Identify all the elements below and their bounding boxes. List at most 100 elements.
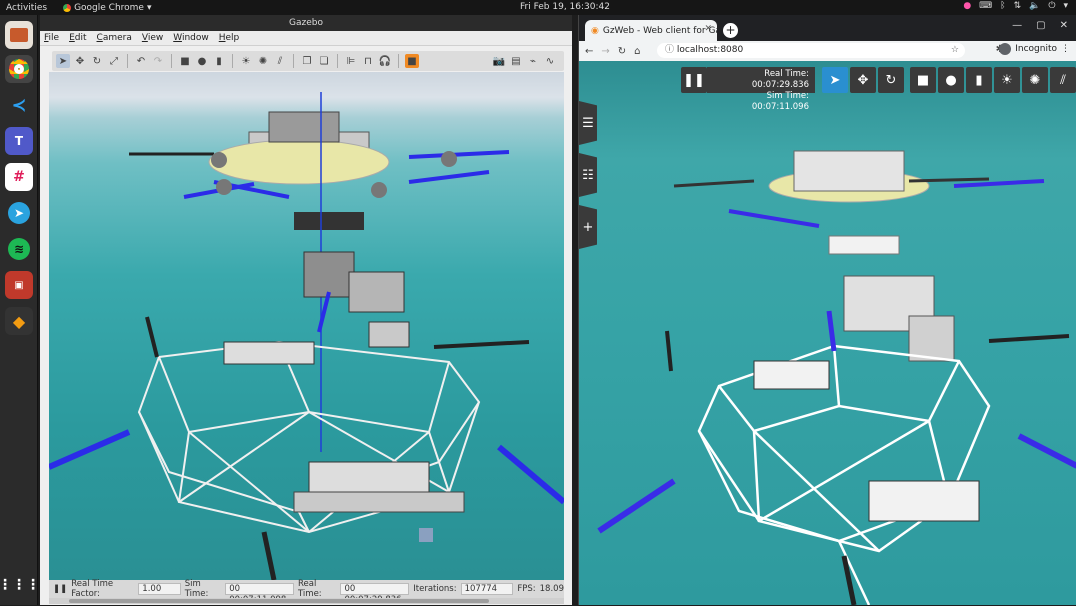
audio-icon[interactable]: 🎧 (378, 54, 392, 68)
chevron-down-icon[interactable]: ▾ (1063, 1, 1068, 11)
iterations-label: Iterations: (413, 584, 457, 594)
menu-camera[interactable]: Camera (97, 33, 132, 43)
volume-icon[interactable]: 🔈 (1029, 1, 1040, 11)
directional-light-icon[interactable]: ⫽ (1050, 67, 1076, 93)
sphere-shape-icon[interactable]: ● (195, 54, 209, 68)
teams-icon[interactable]: T (5, 127, 33, 155)
tab-gzweb[interactable]: ◉ GzWeb - Web client for Ga ✕ (585, 20, 717, 41)
pause-button[interactable]: ❚❚ (681, 67, 707, 93)
bluetooth-icon[interactable]: ᛒ (1000, 1, 1005, 11)
record-icon[interactable]: ⌁ (526, 54, 540, 68)
keyboard-icon[interactable]: ⌨ (979, 1, 992, 11)
minimize-icon[interactable]: — (1012, 20, 1022, 31)
show-applications-icon[interactable]: ⋮⋮⋮ (0, 571, 40, 599)
menu-hamburger-icon[interactable]: ☰ (579, 101, 597, 145)
real-time-label: Real Time: (298, 579, 322, 599)
log-icon[interactable]: ▤ (509, 54, 523, 68)
back-icon[interactable]: ← (585, 46, 593, 57)
gripper-arm (303, 251, 410, 348)
home-icon[interactable]: ⌂ (634, 46, 640, 57)
translate-icon[interactable]: ✥ (73, 54, 87, 68)
rotate-icon[interactable]: ↻ (878, 67, 904, 93)
sim-time-value: 00 00:07:11.098 (225, 583, 294, 605)
box-shape-icon[interactable]: ■ (178, 54, 192, 68)
files-icon[interactable] (5, 21, 33, 49)
menu-view[interactable]: View (142, 33, 163, 43)
select-arrow-icon[interactable]: ➤ (56, 54, 70, 68)
menu-file[interactable]: File (44, 33, 59, 43)
system-tray[interactable]: ● ⌨ ᛒ ⇅ 🔈 ⏻ ▾ (963, 1, 1068, 11)
real-time-value: 00 00:07:29.836 (340, 583, 410, 605)
box-shape-icon[interactable]: ■ (910, 67, 936, 93)
translate-icon[interactable]: ✥ (850, 67, 876, 93)
scale-icon[interactable]: ⤢ (107, 54, 121, 68)
point-light-icon[interactable]: ☀ (239, 54, 253, 68)
lower-propellers (597, 310, 1076, 605)
incognito-label: Incognito (1015, 44, 1057, 54)
tree-list-icon[interactable]: ☷ (579, 153, 597, 197)
toolbar-divider (171, 54, 172, 68)
reload-icon[interactable]: ↻ (618, 46, 626, 57)
copy-icon[interactable]: ❐ (300, 54, 314, 68)
spot-light-icon[interactable]: ✺ (1022, 67, 1048, 93)
telegram-icon[interactable]: ➤ (5, 199, 33, 227)
close-window-icon[interactable]: ✕ (1060, 20, 1068, 31)
menu-window[interactable]: Window (173, 33, 209, 43)
gzweb-3d-viewport[interactable]: ❚❚ Real Time: 00:07:29.836 Sim Time: 00:… (579, 61, 1076, 605)
point-light-icon[interactable]: ☀ (994, 67, 1020, 93)
snap-icon[interactable]: ⊓ (361, 54, 375, 68)
terminal-icon[interactable]: ▣ (5, 271, 33, 299)
plot-icon[interactable]: ∿ (543, 54, 557, 68)
gazebo-3d-viewport[interactable] (49, 72, 564, 580)
maximize-icon[interactable]: ▢ (1036, 20, 1045, 31)
chrome-icon[interactable] (5, 55, 33, 83)
new-tab-button[interactable]: + (723, 23, 738, 38)
pause-icon[interactable]: ❚❚ (53, 584, 67, 594)
view-angle-icon[interactable]: ■ (405, 54, 419, 68)
power-icon[interactable]: ⏻ (1048, 1, 1055, 11)
menu-edit[interactable]: Edit (69, 33, 86, 43)
horizontal-scrollbar[interactable] (49, 598, 564, 604)
select-arrow-icon[interactable]: ➤ (822, 67, 848, 93)
menu-bar: File Edit Camera View Window Help (40, 31, 572, 46)
url-bar[interactable]: ⓘ localhost:8080 ☆ (657, 43, 965, 58)
incognito-icon (999, 43, 1012, 55)
clock[interactable]: Fri Feb 19, 16:30:42 (520, 2, 610, 12)
gzweb-scene-render (597, 150, 1076, 605)
tab-strip: ◉ GzWeb - Web client for Ga ✕ + — ▢ ✕ (579, 15, 1076, 41)
bookmark-star-icon[interactable]: ☆ (951, 43, 959, 58)
slack-icon[interactable]: # (5, 163, 33, 191)
incognito-badge[interactable]: Incognito ⋮ (999, 43, 1070, 55)
cylinder-shape-icon[interactable]: ▮ (966, 67, 992, 93)
align-icon[interactable]: ⊫ (344, 54, 358, 68)
redo-icon[interactable]: ↷ (151, 54, 165, 68)
window-controls: — ▢ ✕ (1012, 20, 1068, 31)
paste-icon[interactable]: ❏ (317, 54, 331, 68)
time-panel: Real Time: 00:07:29.836 Sim Time: 00:07:… (707, 67, 815, 112)
directional-light-icon[interactable]: ⫽ (273, 54, 287, 68)
cylinder-shape-icon[interactable]: ▮ (212, 54, 226, 68)
stack-icon[interactable]: ◆ (5, 307, 33, 335)
undo-icon[interactable]: ↶ (134, 54, 148, 68)
info-icon[interactable]: ⓘ (665, 45, 674, 55)
sphere-shape-icon[interactable]: ● (938, 67, 964, 93)
iterations-value: 107774 (460, 583, 514, 595)
window-title: Gazebo (40, 15, 572, 31)
rotate-icon[interactable]: ↻ (90, 54, 104, 68)
gzweb-favicon-icon: ◉ (591, 25, 599, 36)
user-icon[interactable]: ● (963, 1, 971, 11)
vscode-icon[interactable]: ≺ (5, 91, 33, 119)
screenshot-icon[interactable]: 📷 (492, 54, 506, 68)
forward-icon[interactable]: → (601, 46, 609, 57)
chrome-small-icon (63, 3, 72, 12)
spot-light-icon[interactable]: ✺ (256, 54, 270, 68)
menu-help[interactable]: Help (219, 33, 240, 43)
close-tab-icon[interactable]: ✕ (704, 24, 712, 34)
network-icon[interactable]: ⇅ (1014, 1, 1022, 11)
scrollbar-thumb[interactable] (69, 599, 489, 603)
activities-button[interactable]: Activities (6, 3, 47, 13)
menu-kebab-icon[interactable]: ⋮ (1061, 44, 1070, 54)
app-menu[interactable]: Google Chrome ▾ (63, 3, 152, 13)
insert-plus-icon[interactable]: + (579, 205, 597, 249)
spotify-icon[interactable]: ≋ (5, 235, 33, 263)
